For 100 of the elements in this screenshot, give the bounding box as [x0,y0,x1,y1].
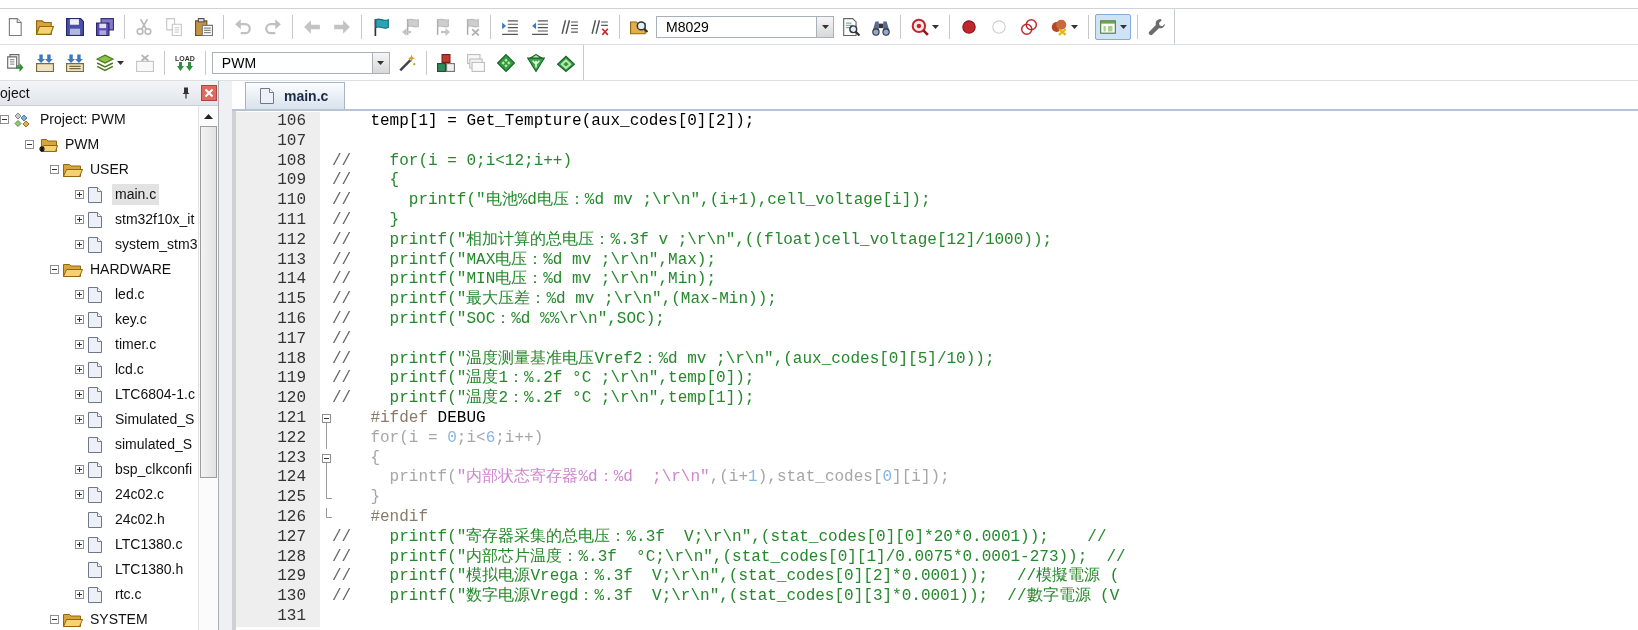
line-number: 131 [236,606,320,627]
scrollbar-thumb[interactable] [200,126,217,478]
dropdown-button[interactable] [816,15,834,38]
tree-item[interactable]: 24c02.h [112,509,168,530]
tree-item[interactable]: main.c [112,184,160,205]
code-line: // { [332,171,400,192]
window-layout-button[interactable] [1095,13,1131,40]
tree-item[interactable]: USER [87,159,132,180]
file-icon [88,586,102,603]
expand-icon[interactable] [75,390,84,399]
collapse-icon[interactable] [50,615,59,624]
open-folder-icon [36,17,54,36]
tree-item[interactable]: rtc.c [112,584,145,605]
flag-left-arrow-icon [402,17,420,36]
tree-item[interactable]: lcd.c [112,359,147,380]
file-icon [88,486,102,503]
expand-icon[interactable] [75,290,84,299]
expand-icon[interactable] [75,240,84,249]
open-folder-icon [63,161,83,178]
tree-item[interactable]: stm32f10x_it [112,209,198,230]
expand-icon[interactable] [75,315,84,324]
tree-item[interactable]: bsp_clkconfi [112,459,196,480]
tree-item[interactable]: LTC1380.c [112,534,186,555]
tree-item[interactable]: system_stm3 [112,234,198,255]
combo-box[interactable]: PWM [211,51,372,74]
tree-item[interactable]: timer.c [112,334,160,355]
file-tab[interactable]: main.c [245,82,346,109]
collapse-icon[interactable] [321,453,331,463]
filled-dot-icon [960,17,978,36]
open-folder-icon [63,611,83,628]
blank-page-icon [6,17,24,36]
wrench-icon [1148,17,1166,36]
code-line: // } [332,211,400,231]
pin-icon [181,87,191,99]
line-number: 122 [236,428,320,449]
diamond-cluster-icon [13,111,31,128]
file-icon [88,561,102,578]
expand-icon[interactable] [75,340,84,349]
tree-item[interactable]: PWM [62,134,103,155]
folder-gear-icon [38,136,58,153]
line-number: 119 [236,369,320,390]
box-down-arrows-icon [36,53,54,72]
combo-box[interactable]: M8029 [656,15,816,38]
code-line: // printf("SOC：%d %%\r\n",SOC); [332,309,665,330]
line-number: 126 [236,507,320,528]
line-number: 127 [236,527,320,548]
line-number: 115 [236,290,320,310]
line-number: 125 [236,488,320,508]
two-pages-icon [165,17,183,36]
code-line: #endif [369,507,428,528]
collapse-icon[interactable] [50,165,59,174]
expand-icon[interactable] [75,465,84,474]
expand-icon[interactable] [75,415,84,424]
code-line: // printf("模拟电源Vrega：%.3f V;\r\n",(stat_codes[0][2]*0.0001)); //模擬電源 ( [332,567,1120,586]
tree-item[interactable]: simulated_S [112,434,196,455]
tree-item[interactable]: LTC1380.h [112,559,187,580]
tree-item[interactable]: HARDWARE [87,259,175,280]
dropdown-button[interactable] [371,51,390,74]
caret-icon [821,24,829,29]
page-magnifier-icon [842,17,860,36]
file-icon [260,88,274,104]
tree-item[interactable]: Simulated_S [112,409,198,430]
slashes-lines-icon [561,17,579,36]
tree-item[interactable]: led.c [112,284,148,305]
code-line: // printf("温度2：%.2f °C ;\r\n",temp[1]); [332,389,755,409]
expand-icon[interactable] [75,540,84,549]
box-double-arrows-icon [66,53,84,72]
tree-item[interactable]: LTC6804-1.c [112,384,198,405]
code-line: // printf("温度1：%.2f °C ;\r\n",temp[0]); [332,369,755,388]
scrollbar[interactable] [198,106,218,630]
line-number: 130 [236,587,320,607]
expand-icon[interactable] [75,190,84,199]
code-line: for(i = 0;i<6;i++) [369,428,544,449]
file-icon [88,386,102,403]
tree-item[interactable]: SYSTEM [87,609,151,630]
tree-item[interactable]: Project: PWM [37,109,129,130]
code-line: // printf("寄存器采集的总电压：%.3f V;\r\n",(stat_codes[0][0]*20*0.0001)); // [332,527,1107,547]
diamond-icon [496,53,515,72]
window-layout-icon [1099,17,1117,36]
close-button[interactable] [201,85,217,101]
expand-icon[interactable] [75,365,84,374]
collapse-icon[interactable] [50,265,59,274]
expand-icon[interactable] [75,590,84,599]
line-number: 111 [236,211,320,231]
tree-item[interactable]: 24c02.c [112,484,168,505]
scissors-icon [135,17,153,36]
code-line: // printf("MAX电压：%d mv ;\r\n",Max); [332,250,717,270]
file-icon [88,436,102,453]
collapse-icon[interactable] [321,414,331,424]
expand-icon[interactable] [75,215,84,224]
line-number: 110 [236,191,320,211]
flag-icon [372,17,390,36]
box-cross-icon [136,53,154,72]
expand-icon[interactable] [75,490,84,499]
collapse-icon[interactable] [0,115,9,124]
code-line: // printf("数字电源Vregd：%.3f V;\r\n",(stat_codes[0][3]*0.0001)); //數字電源 (V [332,587,1120,607]
panel-title: oject [0,85,31,101]
tree-item[interactable]: key.c [112,309,150,330]
file-icon [88,361,102,378]
collapse-icon[interactable] [25,140,34,149]
